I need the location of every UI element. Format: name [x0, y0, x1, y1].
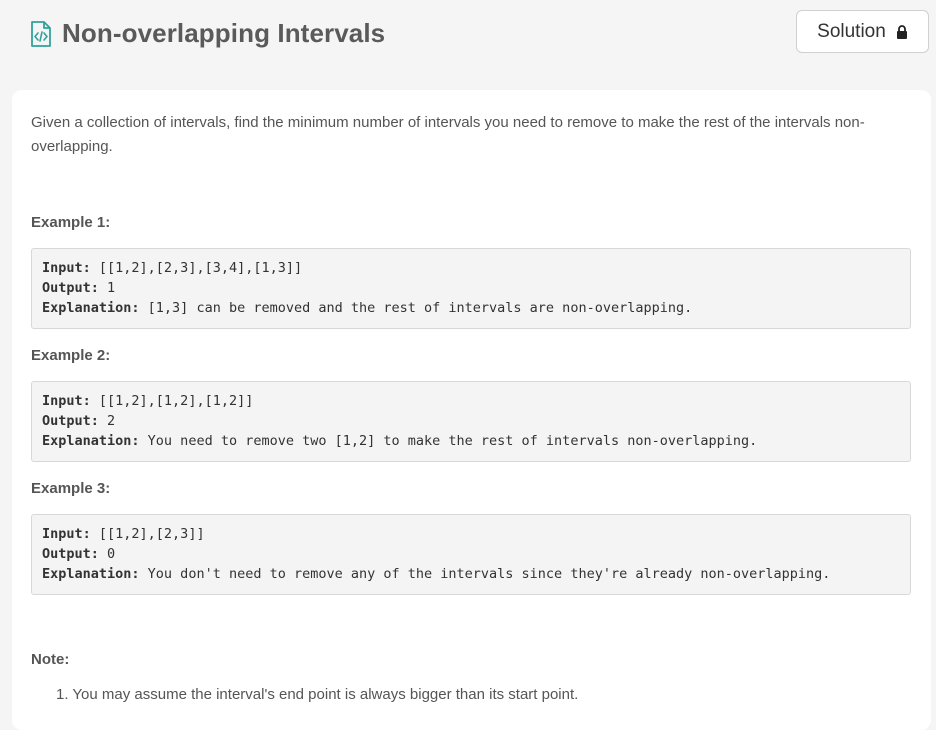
- output-label: Output:: [42, 280, 99, 296]
- title-wrap: Non-overlapping Intervals: [30, 18, 385, 49]
- problem-card: Given a collection of intervals, find th…: [12, 90, 931, 730]
- example-2-title: Example 2:: [31, 347, 111, 364]
- explanation-label: Explanation:: [42, 566, 140, 582]
- lock-icon: [896, 24, 908, 39]
- code-file-icon: [30, 20, 52, 47]
- input-value: [[1,2],[2,3],[3,4],[1,3]]: [90, 260, 303, 276]
- example-2-block: Input: [[1,2],[1,2],[1,2]] Output: 2 Exp…: [31, 381, 911, 462]
- output-label: Output:: [42, 546, 99, 562]
- problem-header: Non-overlapping Intervals Solution: [0, 0, 936, 70]
- note-title: Note:: [31, 651, 70, 668]
- explanation-value: You need to remove two [1,2] to make the…: [139, 433, 758, 449]
- input-value: [[1,2],[2,3]]: [90, 526, 205, 542]
- output-value: 1: [98, 280, 116, 296]
- output-label: Output:: [42, 413, 99, 429]
- explanation-value: [1,3] can be removed and the rest of int…: [139, 300, 693, 316]
- example-1-block: Input: [[1,2],[2,3],[3,4],[1,3]] Output:…: [31, 248, 911, 329]
- output-value: 2: [98, 413, 116, 429]
- input-label: Input:: [42, 260, 91, 276]
- example-3-block: Input: [[1,2],[2,3]] Output: 0 Explanati…: [31, 514, 911, 595]
- input-label: Input:: [42, 393, 91, 409]
- note-list: 1. You may assume the interval's end poi…: [56, 686, 578, 703]
- explanation-value: You don't need to remove any of the inte…: [139, 566, 831, 582]
- solution-button-label: Solution: [817, 20, 886, 42]
- solution-button[interactable]: Solution: [796, 10, 929, 53]
- output-value: 0: [98, 546, 116, 562]
- input-value: [[1,2],[1,2],[1,2]]: [90, 393, 254, 409]
- example-1-title: Example 1:: [31, 214, 111, 231]
- note-item: 1. You may assume the interval's end poi…: [56, 686, 579, 703]
- page-title: Non-overlapping Intervals: [62, 18, 386, 48]
- problem-description: Given a collection of intervals, find th…: [31, 114, 865, 155]
- input-label: Input:: [42, 526, 91, 542]
- explanation-label: Explanation:: [42, 433, 140, 449]
- explanation-label: Explanation:: [42, 300, 140, 316]
- example-3-title: Example 3:: [31, 480, 111, 497]
